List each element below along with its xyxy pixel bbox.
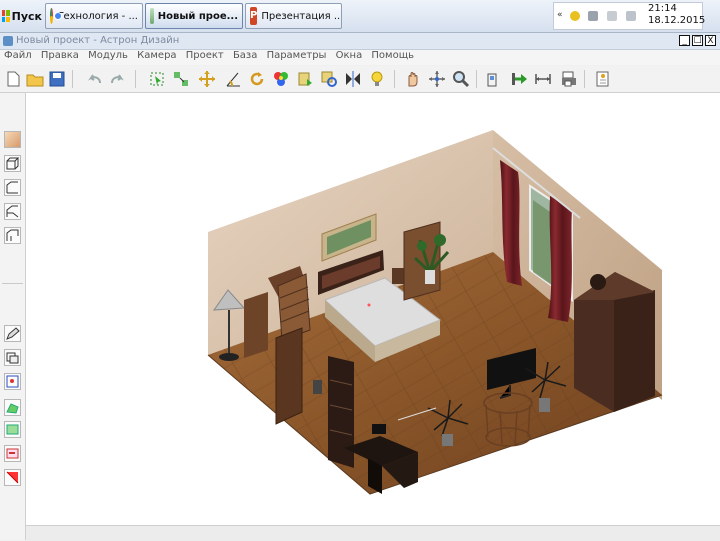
taskbar-item-powerpoint[interactable]: P Презентация ... <box>245 3 342 29</box>
mirror-icon[interactable] <box>344 70 362 88</box>
left-toolbar <box>0 93 26 540</box>
light-bulb-icon[interactable] <box>368 70 386 88</box>
zoom-icon[interactable] <box>452 70 470 88</box>
plan-view-icon[interactable] <box>4 399 21 416</box>
menu-bar: Файл Правка Модуль Камера Проект База Па… <box>0 50 720 65</box>
powerpoint-icon: P <box>250 7 258 25</box>
menu-help[interactable]: Помощь <box>371 50 414 61</box>
minimize-button[interactable]: _ <box>679 35 690 46</box>
rectangle-view-icon[interactable] <box>4 421 21 438</box>
windows-logo-icon <box>2 10 10 22</box>
close-button[interactable]: X <box>705 35 716 46</box>
dimension-icon[interactable] <box>534 70 552 88</box>
toolbar-separator <box>72 70 73 88</box>
curtain-right <box>548 196 572 322</box>
arrow-right-icon[interactable] <box>510 70 528 88</box>
new-document-icon[interactable] <box>4 70 22 88</box>
taskbar-item-label: Презентация ... <box>261 10 342 22</box>
app-logo-icon <box>3 36 13 46</box>
wall-angle-icon[interactable] <box>4 203 21 220</box>
chest-of-drawers <box>277 273 311 341</box>
taskbar-item-label: Новый прое... <box>157 10 238 22</box>
menu-edit[interactable]: Правка <box>41 50 79 61</box>
hand-pan-icon[interactable] <box>404 70 422 88</box>
wall-profile-icon[interactable] <box>4 179 21 196</box>
box-icon[interactable] <box>4 155 21 172</box>
print-icon[interactable] <box>560 70 578 88</box>
redo-icon[interactable] <box>108 70 126 88</box>
taskbar-item-astron[interactable]: Новый прое... <box>145 3 243 29</box>
door <box>275 327 303 425</box>
tray-network-icon[interactable] <box>588 11 598 21</box>
object-color-icon[interactable] <box>4 131 21 148</box>
menu-file[interactable]: Файл <box>4 50 32 61</box>
red-corner-icon[interactable] <box>4 469 21 486</box>
windows-taskbar: Пуск Технология - ... Новый прое... P Пр… <box>0 0 720 33</box>
menu-windows[interactable]: Окна <box>336 50 363 61</box>
select-icon[interactable] <box>148 70 166 88</box>
menu-camera[interactable]: Камера <box>137 50 176 61</box>
astron-app-icon <box>150 8 154 24</box>
undo-icon[interactable] <box>86 70 104 88</box>
clock-date: 18.12.2015 <box>648 15 706 26</box>
tray-volume-icon[interactable] <box>626 11 636 21</box>
toolbar-separator <box>584 70 585 88</box>
red-arrow-icon[interactable] <box>4 445 21 462</box>
move-group-icon[interactable] <box>172 70 190 88</box>
tray-shield-icon[interactable] <box>570 11 580 21</box>
room-3d-render <box>207 130 663 495</box>
pencil-edit-icon[interactable] <box>4 325 21 342</box>
wall-icon[interactable] <box>486 70 504 88</box>
toolbar-separator <box>394 70 395 88</box>
toolbar-separator <box>2 283 23 284</box>
rotate-icon[interactable] <box>248 70 266 88</box>
system-clock[interactable]: 21:14 18.12.2015 <box>648 3 705 27</box>
view-layers-icon[interactable] <box>4 349 21 366</box>
move-icon[interactable] <box>198 70 216 88</box>
tray-flag-icon[interactable] <box>607 11 617 21</box>
taskbar-item-label: Технология - ... <box>57 10 138 22</box>
copy-icon[interactable] <box>320 70 338 88</box>
menu-project[interactable]: Проект <box>186 50 224 61</box>
menu-database[interactable]: База <box>233 50 257 61</box>
main-toolbar <box>0 66 720 93</box>
camera-front-icon[interactable] <box>4 373 21 390</box>
start-label: Пуск <box>11 9 42 23</box>
paint-icon[interactable] <box>296 70 314 88</box>
save-icon[interactable] <box>48 70 66 88</box>
materials-icon[interactable] <box>272 70 290 88</box>
rotate-angle-icon[interactable] <box>224 70 242 88</box>
status-bar <box>26 525 720 541</box>
tall-bookshelf <box>328 356 354 468</box>
menu-module[interactable]: Модуль <box>88 50 128 61</box>
info-icon[interactable] <box>594 70 612 88</box>
open-folder-icon[interactable] <box>26 70 44 88</box>
toolbar-separator <box>135 70 136 88</box>
window-title: Новый проект - Астрон Дизайн <box>16 35 180 46</box>
chrome-icon <box>50 8 62 24</box>
wall-corner-icon[interactable] <box>4 227 21 244</box>
menu-parameters[interactable]: Параметры <box>267 50 327 61</box>
window-title-bar: Новый проект - Астрон Дизайн _ ☐ X <box>0 33 720 50</box>
start-button[interactable]: Пуск <box>2 4 42 28</box>
taskbar-item-chrome[interactable]: Технология - ... <box>45 3 143 29</box>
3d-viewport[interactable] <box>26 93 720 525</box>
clock-time: 21:14 <box>648 3 677 14</box>
maximize-button[interactable]: ☐ <box>692 35 703 46</box>
tray-arrow-icon[interactable]: « <box>557 10 567 20</box>
orbit-icon[interactable] <box>428 70 446 88</box>
toolbar-separator <box>476 70 477 88</box>
